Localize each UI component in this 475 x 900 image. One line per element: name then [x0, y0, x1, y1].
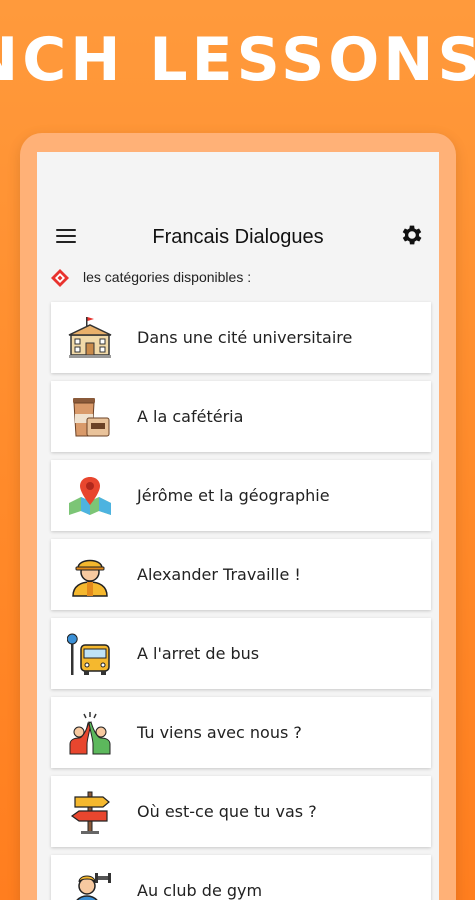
- list-item-dans-une-cite-universitaire[interactable]: Dans une cité universitaire: [51, 302, 431, 373]
- list-item-tu-viens-avec-nous[interactable]: Tu viens avec nous ?: [51, 697, 431, 768]
- list-item-jerome-et-la-geographie[interactable]: Jérôme et la géographie: [51, 460, 431, 531]
- bus-stop-icon: [66, 631, 113, 677]
- list-item-label: A l'arret de bus: [137, 644, 260, 663]
- section-header: les catégories disponibles :: [37, 260, 439, 294]
- list-item-label: Où est-ce que tu vas ?: [137, 802, 317, 821]
- direction-signpost-icon: [67, 789, 113, 835]
- construction-worker-icon: [67, 552, 113, 598]
- status-bar: [37, 152, 439, 174]
- category-diamond-icon: [50, 268, 70, 288]
- list-item-label: Jérôme et la géographie: [137, 486, 330, 505]
- list-item-a-la-cafeteria[interactable]: A la cafétéria: [51, 381, 431, 452]
- app-title: Francais Dialogues: [152, 226, 324, 248]
- promo-banner: NCH LESSONS: [0, 20, 475, 100]
- university-building-icon: [67, 315, 113, 361]
- gear-icon[interactable]: [399, 222, 425, 248]
- list-item-alexander-travaille[interactable]: Alexander Travaille !: [51, 539, 431, 610]
- list-item-label: Alexander Travaille !: [137, 565, 301, 584]
- app-bar: Francais Dialogues: [37, 174, 439, 260]
- list-item-label: Dans une cité universitaire: [137, 328, 353, 347]
- list-item-a-l-arret-de-bus[interactable]: A l'arret de bus: [51, 618, 431, 689]
- list-item-label: A la cafétéria: [137, 407, 244, 426]
- friends-high-five-icon: [67, 710, 113, 756]
- section-label: les catégories disponibles :: [83, 269, 252, 285]
- list-item-au-club-de-gym[interactable]: Au club de gym: [51, 855, 431, 900]
- list-item-label: Tu viens avec nous ?: [137, 723, 302, 742]
- list-item-ou-est-ce-que-tu-vas[interactable]: Où est-ce que tu vas ?: [51, 776, 431, 847]
- category-list: Dans une cité universitaire A la cafétér…: [51, 302, 431, 900]
- list-item-label: Au club de gym: [137, 881, 263, 900]
- banner-title: NCH LESSONS: [0, 25, 475, 95]
- coffee-cup-icon: [67, 394, 113, 440]
- gym-person-icon: [67, 868, 113, 900]
- app-screen: Francais Dialogues les catégories dispon…: [37, 152, 439, 900]
- map-pin-icon: [67, 473, 113, 519]
